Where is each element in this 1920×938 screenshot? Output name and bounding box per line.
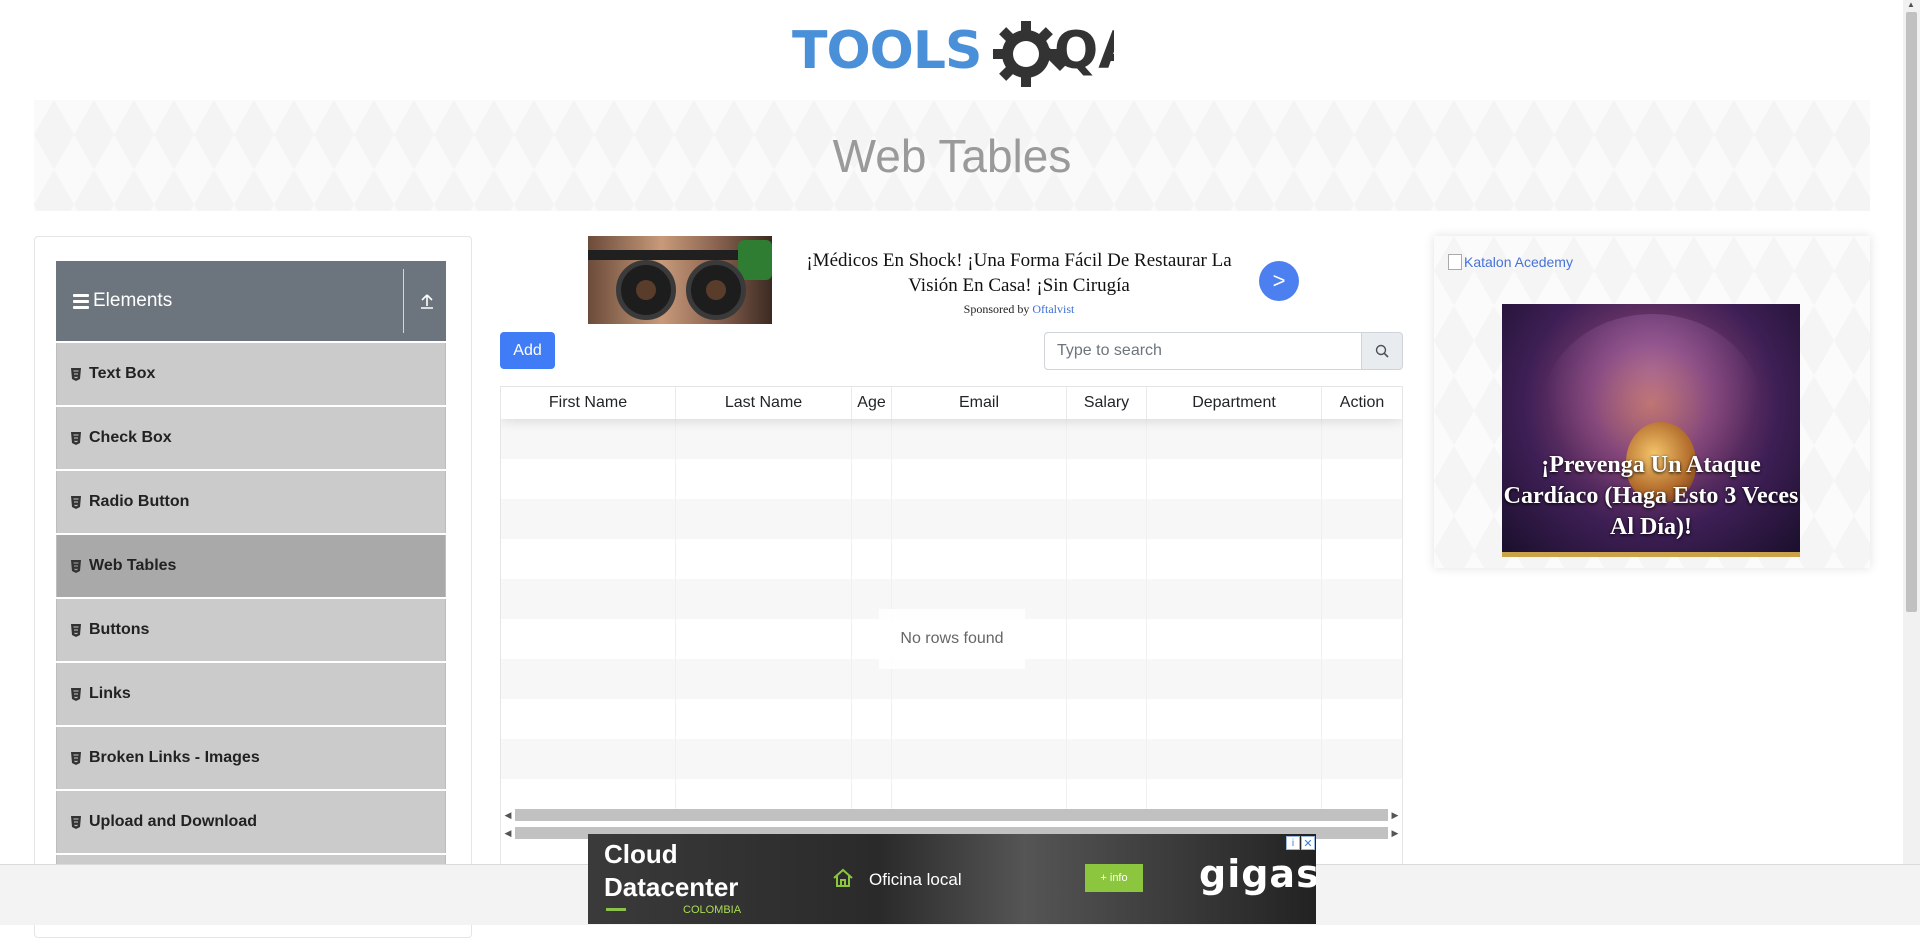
sidebar-item-upload-download[interactable]: Upload and Download	[56, 791, 446, 853]
ad-info-button[interactable]: + info	[1085, 864, 1143, 892]
home-icon	[833, 868, 853, 887]
broken-image-icon	[1448, 254, 1462, 270]
ad-sponsor: Sponsored by Oftalvist	[784, 302, 1254, 317]
column-header-last-name[interactable]: Last Name	[676, 387, 852, 419]
html5-icon	[71, 687, 81, 701]
column-header-first-name[interactable]: First Name	[501, 387, 676, 419]
scroll-right-icon[interactable]: ▶	[1388, 810, 1402, 821]
header-divider	[403, 269, 404, 333]
html5-icon	[71, 559, 81, 573]
toolsqa-logo[interactable]: TOOLS QA	[792, 16, 1114, 90]
ad-brand-logo: gigas	[1199, 852, 1316, 896]
ad-bottom-title-text: Cloud Datacenter	[604, 839, 739, 902]
page-banner: Web Tables	[34, 100, 1870, 211]
elements-menu: Text Box Check Box Radio Button Web Tabl…	[56, 343, 446, 919]
column-header-email[interactable]: Email	[892, 387, 1067, 419]
column-header-department[interactable]: Department	[1147, 387, 1322, 419]
ad-country: COLOMBIA	[683, 904, 742, 916]
scroll-left-icon[interactable]: ◀	[501, 810, 515, 821]
sidebar-item-label: Links	[89, 685, 131, 702]
web-table: First Name Last Name Age Email Salary De…	[500, 386, 1403, 876]
sidebar-item-label: Broken Links - Images	[89, 749, 260, 766]
sidebar-item-check-box[interactable]: Check Box	[56, 407, 446, 469]
katalon-alt-text: Katalon Acedemy	[1464, 254, 1573, 270]
table-row	[501, 699, 1402, 739]
sidebar-item-radio-button[interactable]: Radio Button	[56, 471, 446, 533]
scroll-up-icon[interactable]: ▲	[1907, 0, 1915, 9]
column-header-salary[interactable]: Salary	[1067, 387, 1147, 419]
column-header-action[interactable]: Action	[1322, 387, 1402, 419]
html5-icon	[71, 623, 81, 637]
sidebar-item-buttons[interactable]: Buttons	[56, 599, 446, 661]
ad-banner-bottom[interactable]: Cloud Datacenter COLOMBIA Oficina local …	[588, 834, 1316, 924]
sidebar-item-label: Web Tables	[89, 557, 177, 574]
sidebar-item-label: Upload and Download	[89, 813, 257, 830]
logo-text-right: QA	[1054, 21, 1114, 81]
sidebar-item-text-box[interactable]: Text Box	[56, 343, 446, 405]
sidebar-item-label: Radio Button	[89, 493, 190, 510]
ad-sponsor-name[interactable]: Oftalvist	[1032, 302, 1074, 316]
search-button[interactable]	[1361, 332, 1403, 370]
table-scrollbar-horizontal[interactable]: ◀ ▶	[501, 808, 1402, 822]
ad-banner-top[interactable]: ¡Médicos En Shock! ¡Una Forma Fácil De R…	[588, 236, 1404, 324]
sidebar: Elements Text Box Check Box Radio Button…	[34, 236, 472, 938]
ad-right-panel[interactable]: Katalon Acedemy ¡Prevenga Un Ataque Card…	[1434, 236, 1870, 568]
page-scrollbar[interactable]: ▲ ▼	[1903, 0, 1920, 924]
table-row	[501, 499, 1402, 539]
sidebar-item-label: Buttons	[89, 621, 150, 638]
ad-go-button[interactable]: >	[1259, 261, 1299, 301]
ad-office-text: Oficina local	[869, 870, 962, 889]
html5-icon	[71, 751, 81, 765]
katalon-link[interactable]: Katalon Acedemy	[1448, 254, 1573, 270]
close-icon[interactable]: ✕	[1301, 836, 1315, 850]
column-header-age[interactable]: Age	[852, 387, 892, 419]
html5-icon	[71, 495, 81, 509]
html5-icon	[71, 431, 81, 445]
table-row	[501, 739, 1402, 779]
sidebar-item-label: Check Box	[89, 429, 172, 446]
sidebar-item-broken-links[interactable]: Broken Links - Images	[56, 727, 446, 789]
page-title: Web Tables	[832, 129, 1072, 182]
table-row	[501, 419, 1402, 459]
ad-sponsor-prefix: Sponsored by	[963, 302, 1030, 316]
table-row	[501, 539, 1402, 579]
html5-icon	[71, 367, 81, 381]
adchoices-icon[interactable]: i	[1286, 836, 1300, 850]
scrollbar-thumb[interactable]	[1906, 12, 1917, 612]
search-box	[1044, 332, 1403, 370]
search-icon	[1375, 344, 1389, 358]
sidebar-item-label: Text Box	[89, 365, 156, 382]
scroll-left-icon[interactable]: ◀	[501, 828, 515, 839]
logo-text-left: TOOLS	[792, 21, 981, 81]
html5-icon	[71, 815, 81, 829]
menu-icon	[73, 293, 89, 309]
ad-headline[interactable]: ¡Médicos En Shock! ¡Una Forma Fácil De R…	[784, 248, 1254, 298]
ad-underline	[606, 908, 626, 911]
ad-eye-exam-image	[588, 236, 772, 324]
table-header: First Name Last Name Age Email Salary De…	[501, 387, 1402, 419]
no-rows-message: No rows found	[879, 609, 1025, 669]
sidebar-item-web-tables[interactable]: Web Tables	[56, 535, 446, 597]
table-row	[501, 459, 1402, 499]
sidebar-item-links[interactable]: Links	[56, 663, 446, 725]
ad-heart-caption: ¡Prevenga Un Ataque Cardíaco (Haga Esto …	[1503, 452, 1799, 540]
ad-heart-image[interactable]: ¡Prevenga Un Ataque Cardíaco (Haga Esto …	[1502, 304, 1800, 557]
elements-group-header[interactable]: Elements	[56, 261, 446, 341]
add-button[interactable]: Add	[500, 332, 555, 369]
scroll-right-icon[interactable]: ▶	[1388, 828, 1402, 839]
search-input[interactable]	[1044, 332, 1361, 370]
collapse-up-icon[interactable]	[418, 291, 436, 311]
ad-bottom-title: Cloud Datacenter	[604, 838, 754, 904]
group-title: Elements	[93, 290, 173, 311]
